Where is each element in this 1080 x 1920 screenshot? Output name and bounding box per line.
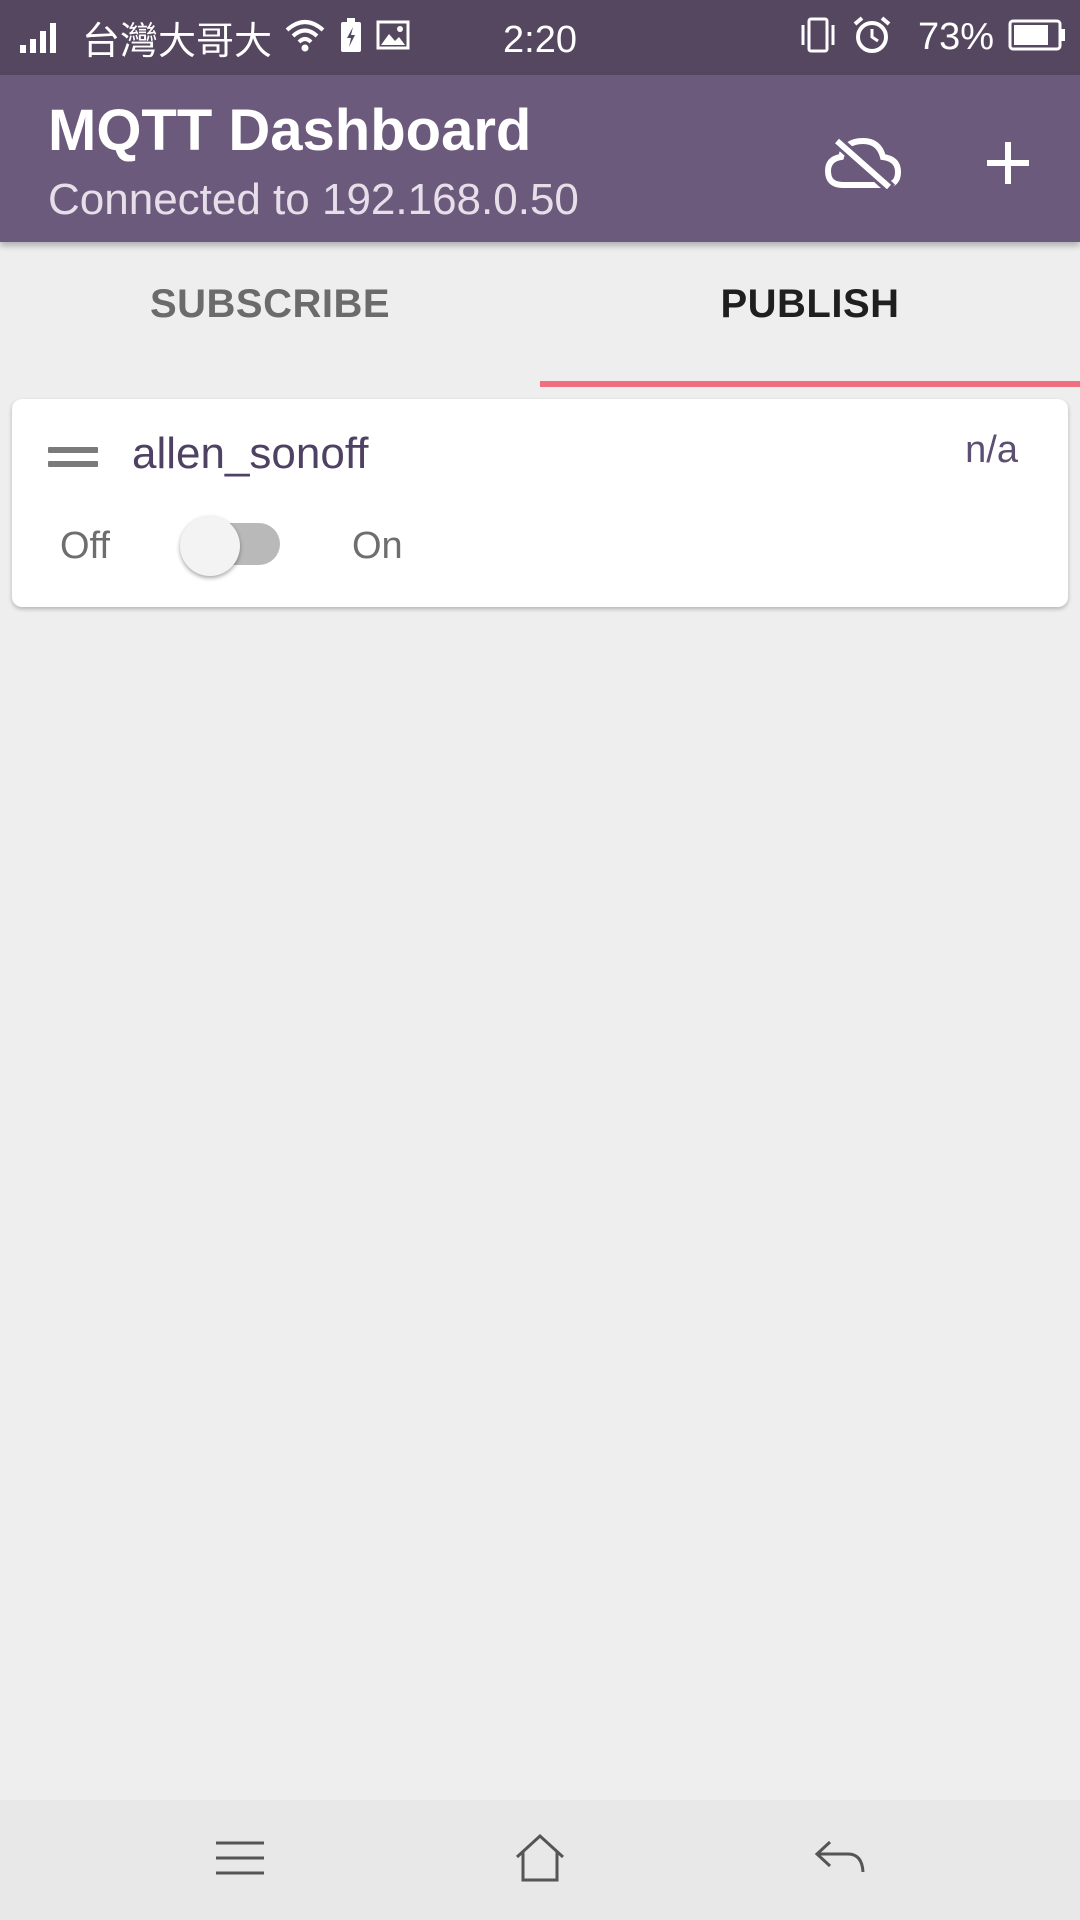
tab-subscribe[interactable]: SUBSCRIBE xyxy=(0,242,540,387)
connection-status: Connected to 192.168.0.50 xyxy=(48,175,579,224)
card-value: n/a xyxy=(965,429,1018,471)
alarm-icon xyxy=(852,16,892,59)
toggle-switch[interactable] xyxy=(168,509,288,579)
battery-saver-icon xyxy=(340,18,362,57)
wifi-icon xyxy=(284,18,326,57)
app-bar: MQTT Dashboard Connected to 192.168.0.50 xyxy=(0,75,1080,242)
switch-on-label: On xyxy=(352,525,403,567)
vibrate-icon xyxy=(798,17,838,58)
tab-publish[interactable]: PUBLISH xyxy=(540,242,1080,387)
image-icon xyxy=(376,20,410,55)
home-button[interactable] xyxy=(490,1820,590,1900)
navigation-bar xyxy=(0,1800,1080,1920)
add-icon xyxy=(985,140,1031,191)
battery-percent: 73% xyxy=(917,16,994,58)
menu-button[interactable] xyxy=(190,1820,290,1900)
carrier-name: 台灣大哥大 xyxy=(82,19,273,63)
status-bar: 台灣大哥大 2:20 73% xyxy=(0,0,1080,75)
switch-thumb xyxy=(180,516,240,576)
cloud-off-icon xyxy=(824,134,902,196)
status-left-group: 台灣大哥大 xyxy=(18,0,424,75)
app-title: MQTT Dashboard xyxy=(48,98,532,163)
drag-handle-icon[interactable] xyxy=(48,447,98,471)
switch-off-label: Off xyxy=(60,525,110,567)
menu-icon xyxy=(214,1840,266,1881)
publish-card[interactable]: allen_sonoff n/a Off On xyxy=(12,399,1068,607)
back-button[interactable] xyxy=(790,1820,890,1900)
add-button[interactable] xyxy=(958,115,1058,215)
status-right-group: 73% xyxy=(798,0,1066,75)
back-icon xyxy=(814,1838,866,1883)
battery-icon xyxy=(1008,19,1066,56)
tab-bar: SUBSCRIBE PUBLISH xyxy=(0,242,1080,387)
card-title: allen_sonoff xyxy=(132,429,369,478)
home-icon xyxy=(514,1833,566,1888)
cloud-off-button[interactable] xyxy=(813,115,913,215)
tab-indicator xyxy=(540,381,1080,387)
signal-icon xyxy=(18,15,64,60)
